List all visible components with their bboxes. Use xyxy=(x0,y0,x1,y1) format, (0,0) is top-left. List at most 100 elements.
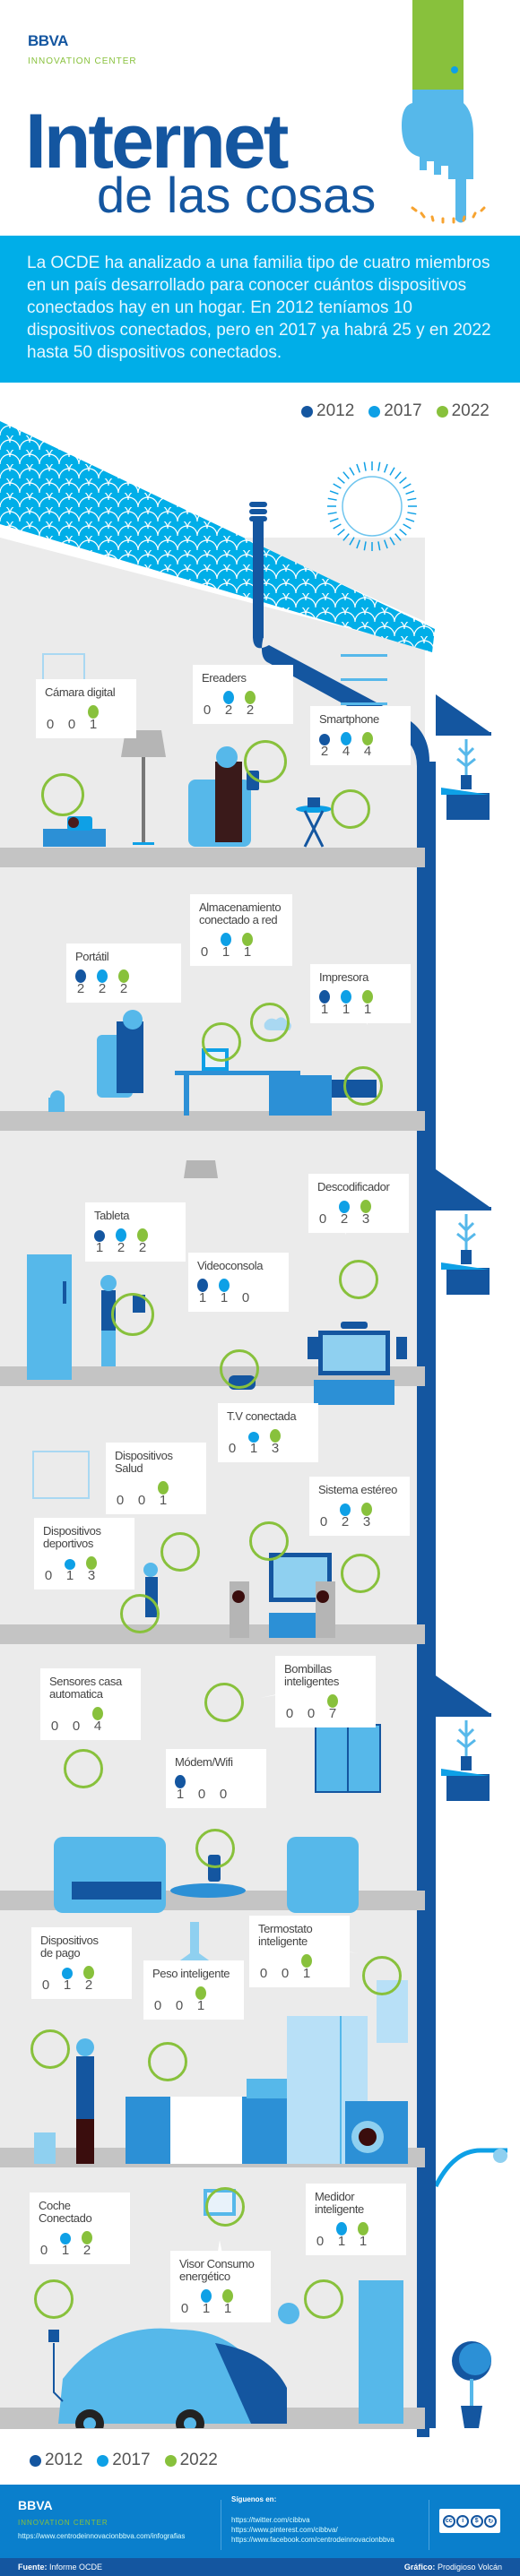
callout-label: Cámara digital xyxy=(45,685,116,699)
device-highlight-ring-tableta xyxy=(111,1293,154,1336)
callout-label: Medidor inteligente xyxy=(315,2190,364,2216)
callout-values: 004 xyxy=(49,1719,132,1733)
value-2012: 0 xyxy=(44,1568,53,1583)
callout-modem: Módem/Wifi 1 0 0 xyxy=(166,1749,266,1808)
value-2022: 3 xyxy=(271,1441,280,1456)
legend-top: 2012 2017 2022 xyxy=(301,401,498,421)
value-2022: 2 xyxy=(246,702,255,718)
value-2022: 0 xyxy=(219,1787,228,1802)
device-highlight-ring-medidor xyxy=(304,2279,343,2319)
callout-values: 001 xyxy=(115,1493,197,1508)
device-highlight-ring-portatil xyxy=(202,1022,241,1062)
street-lamp-and-tree xyxy=(436,2148,507,2428)
device-highlight-ring-visor xyxy=(205,2187,245,2227)
callout-dots xyxy=(317,1199,400,1213)
value-2012: 0 xyxy=(203,702,212,718)
sun-ray xyxy=(349,467,355,476)
house-outer-wall xyxy=(423,762,436,2428)
legend-item-2017: 2017 xyxy=(368,401,422,421)
callout-values: 012 xyxy=(40,1977,123,1993)
value-2017: 1 xyxy=(220,1290,229,1305)
callout-dots xyxy=(39,2230,121,2244)
callout-dots xyxy=(202,690,284,704)
value-2017: 2 xyxy=(117,1240,126,1255)
value-2012: 1 xyxy=(198,1290,207,1305)
footer-infografias-link[interactable]: https://www.centrodeinnovacionbbva.com/i… xyxy=(18,2532,185,2540)
callout-values: 007 xyxy=(284,1706,367,1721)
value-2012: 0 xyxy=(39,2243,48,2258)
cc-by-icon: i xyxy=(456,2514,470,2528)
callout-values: 001 xyxy=(45,718,127,731)
value-2017: 1 xyxy=(337,2234,346,2249)
value-2017: 1 xyxy=(65,1568,74,1583)
footer-logo: BBVA xyxy=(18,2498,53,2512)
value-2017: 0 xyxy=(307,1706,316,1721)
callout-values: 011 xyxy=(179,2301,262,2316)
callout-dots xyxy=(94,1228,177,1242)
pinterest-link[interactable]: https://www.pinterest.com/cibbva/ xyxy=(231,2525,394,2535)
value-2017: 2 xyxy=(341,1514,350,1529)
callout-portatil: Portátil 2 2 2 xyxy=(66,943,181,1003)
callout-dots xyxy=(318,1502,401,1516)
callout-values: 244 xyxy=(319,745,402,758)
device-highlight-ring-descodificador xyxy=(339,1260,378,1299)
callout-impresora: Impresora 1 1 1 xyxy=(310,964,411,1023)
device-highlight-ring-impresora xyxy=(343,1066,383,1106)
value-2017: 0 xyxy=(137,1493,146,1508)
callout-label: Impresora xyxy=(319,970,368,984)
value-2022: 1 xyxy=(363,1002,372,1017)
callout-ereaders: Ereaders 0 2 2 xyxy=(193,665,293,724)
legend-label: 2022 xyxy=(451,401,490,420)
facebook-link[interactable]: https://www.facebook.com/centrodeinnovac… xyxy=(231,2535,394,2545)
value-2022: 1 xyxy=(302,1966,311,1981)
callout-label: Descodificador xyxy=(317,1180,390,1193)
callout-dots xyxy=(175,1774,257,1788)
legend-label: 2017 xyxy=(112,2451,151,2469)
legend-item-2012: 2012 xyxy=(301,401,354,421)
device-highlight-ring-sensores xyxy=(64,1749,103,1788)
callout-values: 011 xyxy=(199,945,283,959)
device-highlight-ring-estereo xyxy=(341,1554,380,1593)
legend-dot-2022 xyxy=(164,2454,177,2467)
value-2012: 0 xyxy=(116,1493,125,1508)
legend-label: 2022 xyxy=(179,2451,218,2469)
value-2012: 0 xyxy=(319,1514,328,1529)
callout-deportivos: Dispositivos deportivos 0 1 3 xyxy=(34,1518,134,1590)
callout-dots xyxy=(43,1555,126,1570)
callout-values: 222 xyxy=(75,982,172,995)
value-2012: 1 xyxy=(320,1002,329,1017)
callout-almacenamiento: Almacenamiento conectado a red 0 1 1 xyxy=(190,894,292,966)
value-2012: 0 xyxy=(41,1977,50,1993)
value-2022: 2 xyxy=(84,1977,93,1993)
callout-label: Dispositivos de pago xyxy=(40,1934,99,1960)
device-highlight-ring-camara xyxy=(41,773,84,816)
value-2022: 1 xyxy=(223,2301,232,2316)
value-2022: 1 xyxy=(159,1493,168,1508)
twitter-link[interactable]: https://twitter.com/cibbva xyxy=(231,2515,394,2525)
callout-label: Smartphone xyxy=(319,712,379,726)
cc-sa-icon: ↻ xyxy=(484,2514,498,2528)
device-highlight-ring-bombillas xyxy=(204,1683,244,1722)
callout-dots xyxy=(227,1428,309,1443)
callout-dots xyxy=(199,932,283,946)
credit-label: Gráfico: xyxy=(403,2563,436,2572)
value-2012: 0 xyxy=(316,2234,325,2249)
callout-values: 022 xyxy=(202,702,284,718)
callout-dots xyxy=(315,2221,397,2236)
value-2022: 2 xyxy=(138,1240,147,1255)
callout-dots xyxy=(284,1693,367,1708)
pointing-hand-icon xyxy=(402,0,486,224)
callout-pago: Dispositivos de pago 0 1 2 xyxy=(31,1927,132,1999)
sun-ray xyxy=(399,477,407,484)
callout-tableta: Tableta 1 2 2 xyxy=(85,1202,186,1262)
value-2012: 0 xyxy=(259,1966,268,1981)
callout-label: Ereaders xyxy=(202,671,247,685)
value-2022: 4 xyxy=(363,744,372,759)
callout-label: Sensores casa automatica xyxy=(49,1675,122,1701)
callout-label: Coche Conectado xyxy=(39,2199,92,2225)
device-highlight-ring-videoconsola xyxy=(220,1349,259,1389)
value-2012: 0 xyxy=(228,1441,237,1456)
legend-label: 2012 xyxy=(45,2451,83,2469)
callout-dots xyxy=(319,731,402,745)
callout-values: 013 xyxy=(227,1441,309,1456)
